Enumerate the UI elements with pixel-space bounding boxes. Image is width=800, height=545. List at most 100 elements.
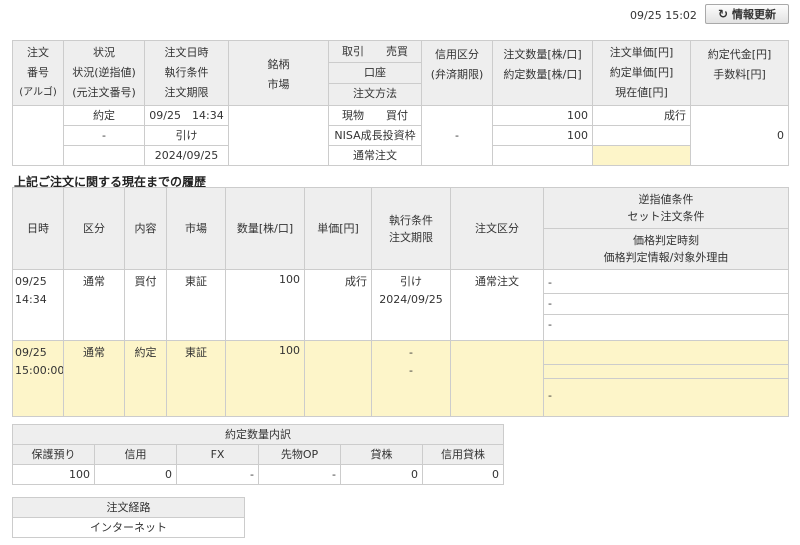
header-text: 執行条件 <box>389 213 433 227</box>
header-text: 注文日時 <box>164 46 209 59</box>
history-content: 買付 <box>124 269 167 341</box>
route-value: インターネット <box>12 517 245 538</box>
exec-quantity: 100 <box>492 125 593 146</box>
history-conditions: - <box>543 340 789 417</box>
history-cond-3: - <box>548 318 552 331</box>
header-price: 単価[円] <box>304 187 372 270</box>
breakdown-value: 0 <box>340 464 423 485</box>
header-exec-cond: 執行条件 注文期限 <box>371 187 451 270</box>
breakdown-value-row: 100 0 - - 0 0 <box>12 464 504 485</box>
header-text: 注文 <box>27 46 49 59</box>
header-amount: 約定代金[円] 手数料[円] <box>690 40 789 106</box>
header-credit-type: 信用区分 (弁済期限) <box>421 40 493 106</box>
header-text: (元注文番号) <box>72 86 136 99</box>
header-text: セット注文条件 <box>627 210 705 223</box>
account-type: NISA成長投資枠 <box>328 125 422 146</box>
history-market: 東証 <box>166 269 226 341</box>
history-content: 約定 <box>124 340 167 417</box>
history-conditions: - - - <box>543 269 789 341</box>
header-order-type: 注文区分 <box>450 187 544 270</box>
order-quantity: 100 <box>492 105 593 126</box>
history-exec: - - <box>371 340 451 417</box>
header-text: 銘柄 <box>267 58 290 71</box>
header-text: 取引 売買 <box>329 42 421 63</box>
breakdown-value: - <box>258 464 341 485</box>
history-exec: 引け 2024/09/25 <box>371 269 451 341</box>
history-kubun: 通常 <box>63 340 125 417</box>
history-header-row: 日時 区分 内容 市場 数量[株/口] 単価[円] 執行条件 注文期限 注文区分… <box>12 187 789 270</box>
order-detail-table: 注文 番号 (アルゴ) 状況 状況(逆指値) (元注文番号) 注文日時 執行条件… <box>12 40 789 166</box>
history-expiry: 2024/09/25 <box>379 293 443 306</box>
header-text: 注文単価[円] <box>609 46 674 59</box>
route-value-row: インターネット <box>12 517 245 538</box>
history-qty: 100 <box>225 269 305 341</box>
order-status-stop: - <box>63 125 145 146</box>
credit-type: - <box>421 105 493 166</box>
header-text: 注文期限 <box>164 86 209 99</box>
header-order-datetime: 注文日時 執行条件 注文期限 <box>144 40 229 106</box>
header-text: 番号 <box>27 66 49 79</box>
order-row-3: 2024/09/25 通常注文 <box>13 145 789 166</box>
header-text: 信用区分 <box>435 48 479 61</box>
header-trade: 取引 売買 口座 注文方法 <box>328 40 422 106</box>
header-text: 価格判定時刻 <box>633 234 699 247</box>
header-kubun: 区分 <box>63 187 125 270</box>
header-content: 内容 <box>124 187 167 270</box>
history-date: 09/25 <box>15 346 47 359</box>
header-text: 逆指値条件 <box>638 193 694 206</box>
history-cond-3: - <box>548 389 552 402</box>
history-exec-cond: - <box>409 346 413 359</box>
exec-condition: 引け <box>144 125 229 146</box>
header-text: 状況 <box>93 46 115 59</box>
history-price: 成行 <box>304 269 372 341</box>
order-row-2: - 引け NISA成長投資枠 100 <box>13 125 789 146</box>
empty-cell <box>63 145 145 166</box>
breakdown-value: 0 <box>422 464 504 485</box>
refresh-button[interactable]: ↻ 情報更新 <box>705 4 789 24</box>
header-qty: 数量[株/口] <box>225 187 305 270</box>
header-date: 日時 <box>12 187 64 270</box>
breakdown-value: 0 <box>94 464 177 485</box>
header-text: 状況(逆指値) <box>72 66 136 79</box>
history-datetime: 09/25 14:34 <box>12 269 64 341</box>
breakdown-title: 約定数量内訳 <box>12 424 504 445</box>
order-header-row: 注文 番号 (アルゴ) 状況 状況(逆指値) (元注文番号) 注文日時 執行条件… <box>12 40 789 106</box>
header-text: (アルゴ) <box>19 87 57 98</box>
breakdown-header: 信用貸株 <box>422 444 504 465</box>
order-row: 約定 09/25 14:34 現物 買付 - 100 成行 0 <box>12 105 789 166</box>
breakdown-header: 保護預り <box>12 444 95 465</box>
header-text: 価格判定情報/対象外理由 <box>603 251 729 264</box>
exec-breakdown-table: 約定数量内訳 保護預り 信用 FX 先物OP 貸株 信用貸株 100 0 - -… <box>12 424 504 485</box>
history-time: 14:34 <box>15 293 47 306</box>
header-text: 注文期限 <box>389 230 433 244</box>
history-expiry: - <box>409 364 413 377</box>
breakdown-title-row: 約定数量内訳 <box>12 424 504 445</box>
breakdown-value: - <box>176 464 259 485</box>
order-price: 成行 <box>592 105 691 126</box>
header-text: 現在値[円] <box>615 86 668 99</box>
history-cond-2 <box>544 365 788 379</box>
history-table: 日時 区分 内容 市場 数量[株/口] 単価[円] 執行条件 注文期限 注文区分… <box>12 187 789 417</box>
header-text: (弁済期限) <box>430 68 484 81</box>
empty-cell <box>492 145 593 166</box>
header-text: 執行条件 <box>164 66 209 79</box>
breakdown-header: 貸株 <box>340 444 423 465</box>
breakdown-header: FX <box>176 444 259 465</box>
order-status: 約定 <box>63 105 145 126</box>
history-qty: 100 <box>225 340 305 417</box>
order-method: 通常注文 <box>328 145 422 166</box>
header-text: 市場 <box>267 78 290 91</box>
header-quantity: 注文数量[株/口] 約定数量[株/口] <box>492 40 593 106</box>
symbol-cell[interactable] <box>228 105 329 166</box>
history-time: 15:00:00 <box>15 364 64 377</box>
refresh-button-label: 情報更新 <box>732 8 777 21</box>
breakdown-header-row: 保護預り 信用 FX 先物OP 貸株 信用貸株 <box>12 444 504 465</box>
fee: 0 <box>777 129 784 142</box>
order-expiry: 2024/09/25 <box>144 145 229 166</box>
header-order-number: 注文 番号 (アルゴ) <box>12 40 64 106</box>
history-kubun: 通常 <box>63 269 125 341</box>
header-text: 約定単価[円] <box>609 66 674 79</box>
history-datetime: 09/25 15:00:00 <box>12 340 64 417</box>
breakdown-header: 先物OP <box>258 444 341 465</box>
header-text: 約定数量[株/口] <box>503 68 582 81</box>
